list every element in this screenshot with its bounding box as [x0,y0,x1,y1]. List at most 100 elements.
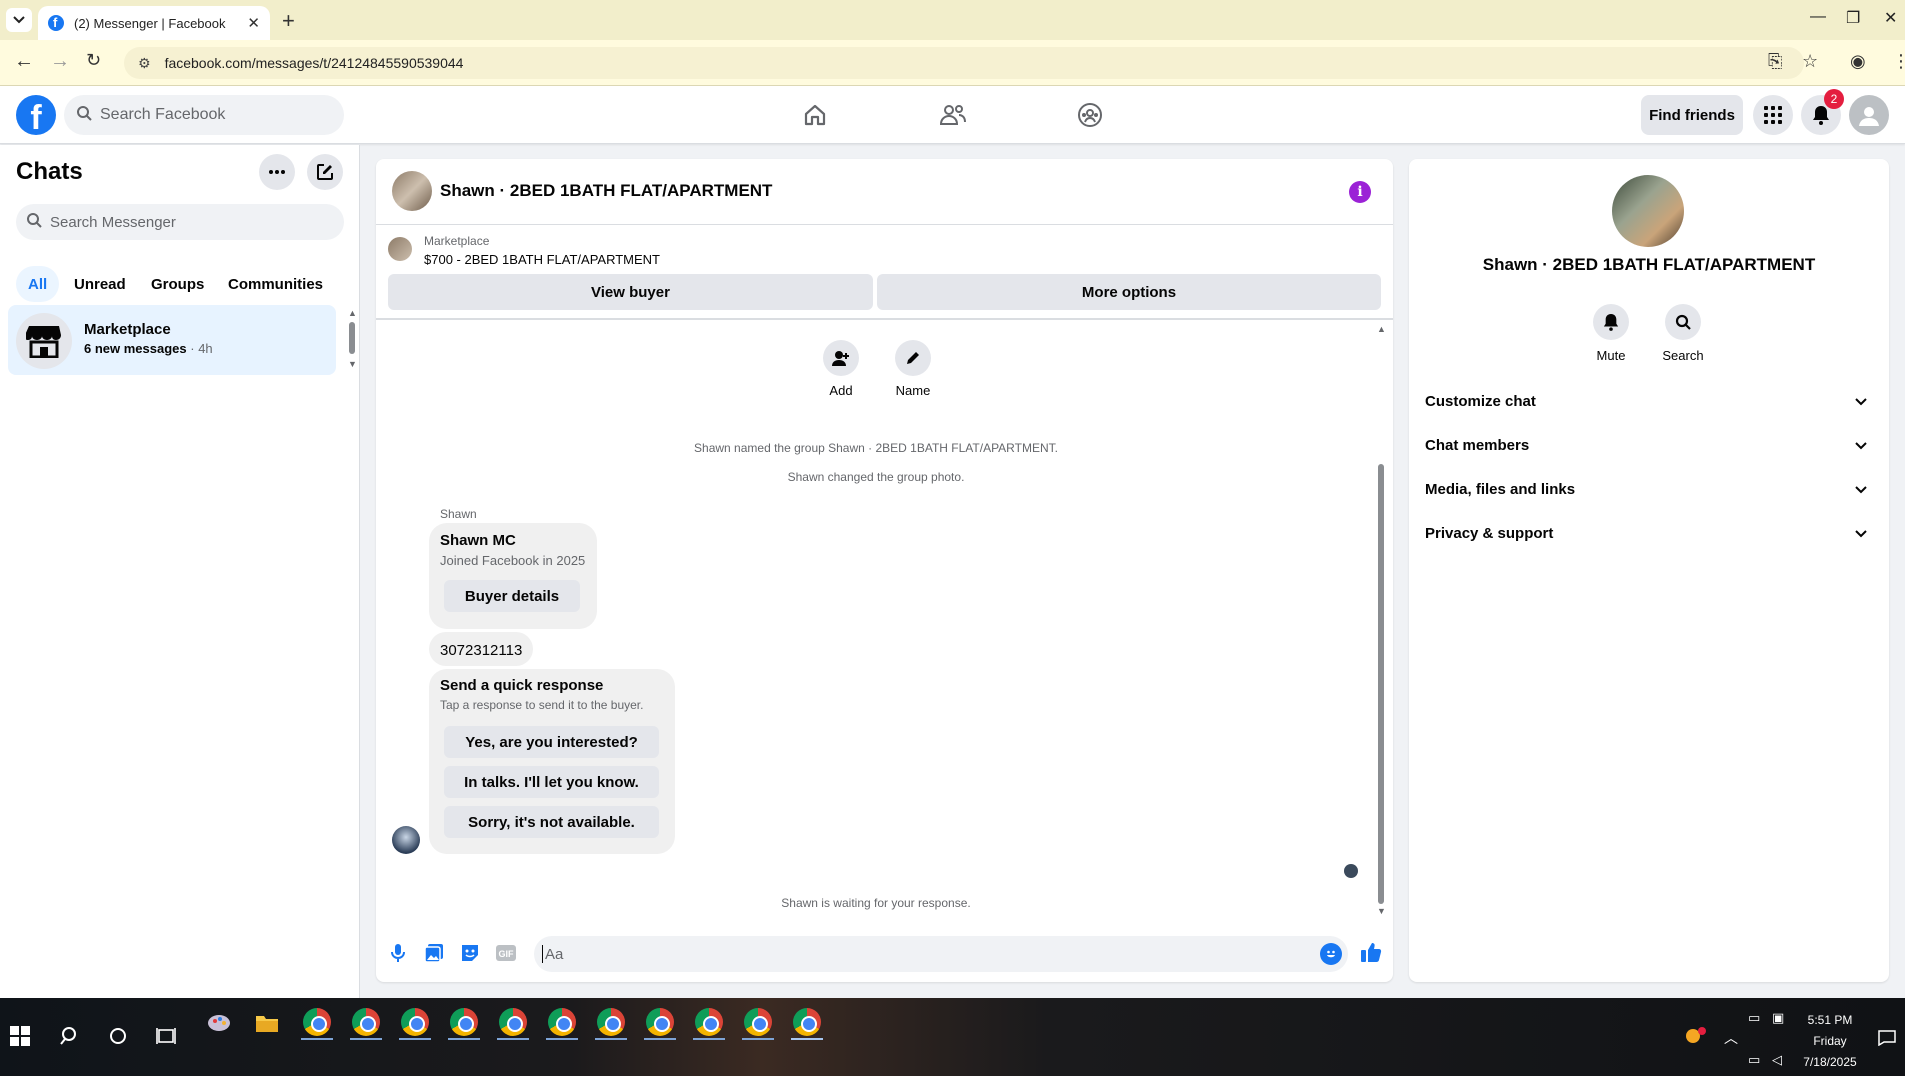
chrome-icon[interactable] [548,1008,576,1036]
messenger-search-placeholder: Search Messenger [50,213,176,231]
search-icon [76,105,92,126]
friends-icon[interactable] [937,100,969,130]
conversation-scrollbar[interactable]: ▲ ▼ [1376,324,1386,916]
cortana-icon[interactable] [108,1026,134,1052]
scroll-down-icon[interactable]: ▼ [1377,906,1386,916]
conversation-title[interactable]: Shawn · 2BED 1BATH FLAT/APARTMENT [440,181,772,201]
groups-icon[interactable] [1074,100,1106,130]
forward-icon[interactable]: → [50,50,70,73]
conversation-avatar[interactable] [392,171,432,211]
tab-search-button[interactable] [6,8,32,32]
photo-icon[interactable] [423,942,445,964]
menu-grid-icon[interactable] [1753,95,1793,135]
facebook-search-input[interactable]: Search Facebook [64,95,344,135]
sticker-icon[interactable] [459,942,481,964]
quick-response-option[interactable]: Sorry, it's not available. [444,806,659,838]
media-files-links-row[interactable]: Media, files and links [1425,471,1873,507]
site-info-icon[interactable]: ⚙ [138,55,151,72]
network-icon[interactable]: ▭ [1748,1052,1774,1076]
close-window-icon[interactable]: ✕ [1884,8,1897,28]
filter-communities[interactable]: Communities [216,266,335,302]
sidebar-scrollbar[interactable]: ▲ ▼ [348,308,357,369]
filter-all[interactable]: All [16,266,60,302]
name-group-action[interactable]: Name [883,340,943,398]
privacy-support-row[interactable]: Privacy & support [1425,515,1873,551]
chrome-icon[interactable] [303,1008,331,1036]
scroll-down-icon[interactable]: ▼ [348,359,357,369]
marketplace-label: Marketplace [424,234,490,248]
mute-action[interactable]: Mute [1576,304,1646,363]
quick-response-option[interactable]: Yes, are you interested? [444,726,659,758]
file-explorer-icon[interactable] [254,1010,280,1036]
more-options-button[interactable]: More options [877,274,1381,310]
message-input[interactable]: Aa [534,936,1348,972]
more-options-icon[interactable] [259,154,295,190]
filter-groups[interactable]: Groups [139,266,216,302]
taskbar-search-icon[interactable] [60,1026,86,1052]
url-field[interactable]: ⚙ facebook.com/messages/t/24124845590539… [124,47,1804,79]
restore-icon[interactable]: ❐ [1846,8,1860,28]
back-icon[interactable]: ← [14,50,34,73]
buyer-details-button[interactable]: Buyer details [444,580,580,612]
view-buyer-button[interactable]: View buyer [388,274,873,310]
chat-item-marketplace[interactable]: Marketplace 6 new messages · 4h [8,305,336,375]
customize-chat-row[interactable]: Customize chat [1425,383,1873,419]
gif-icon[interactable]: GIF [495,942,517,964]
chrome-icon[interactable] [597,1008,625,1036]
add-people-action[interactable]: Add [811,340,871,398]
minimize-icon[interactable]: — [1810,8,1826,26]
chrome-icon[interactable] [352,1008,380,1036]
bookmark-star-icon[interactable]: ☆ [1802,51,1818,72]
weather-icon[interactable] [1683,1026,1709,1052]
notification-center-icon[interactable] [1878,1030,1904,1056]
windows-start-icon[interactable] [10,1026,36,1052]
chrome-icon[interactable] [793,1008,821,1036]
listing-title[interactable]: $700 - 2BED 1BATH FLAT/APARTMENT [424,252,660,267]
chat-members-row[interactable]: Chat members [1425,427,1873,463]
chrome-icon[interactable] [646,1008,674,1036]
chrome-icon[interactable] [450,1008,478,1036]
like-thumb-icon[interactable] [1359,940,1383,964]
filter-unread[interactable]: Unread [62,266,138,302]
messenger-search-input[interactable]: Search Messenger [16,204,344,240]
search-icon [1665,304,1701,340]
tray-chevron-up-icon[interactable]: ︿ [1724,1028,1750,1054]
install-app-icon[interactable]: ⎘ [1768,51,1782,72]
chrome-icon[interactable] [695,1008,723,1036]
new-tab-button[interactable]: + [282,8,295,34]
sender-avatar[interactable] [392,826,420,854]
conversation-scroll-thumb[interactable] [1378,464,1384,904]
chrome-icon[interactable] [499,1008,527,1036]
account-avatar[interactable] [1849,95,1889,135]
facebook-logo-icon[interactable]: f [16,95,56,135]
scroll-up-icon[interactable]: ▲ [1377,324,1386,334]
paint-app-icon[interactable] [206,1010,232,1036]
quick-response-option[interactable]: In talks. I'll let you know. [444,766,659,798]
quick-response-title: Send a quick response [440,677,604,694]
listing-thumbnail[interactable] [388,237,412,261]
home-icon[interactable] [799,100,831,130]
mute-label: Mute [1596,348,1626,363]
find-friends-button[interactable]: Find friends [1641,95,1743,135]
task-view-icon[interactable] [156,1026,182,1052]
new-message-icon[interactable] [307,154,343,190]
sidebar-scroll-thumb[interactable] [349,322,355,354]
profile-icon[interactable]: ◉ [1850,51,1866,72]
reload-icon[interactable]: ↻ [86,50,101,71]
search-action[interactable]: Search [1648,304,1718,363]
info-icon[interactable]: i [1349,181,1371,203]
bell-icon [1593,304,1629,340]
emoji-icon[interactable] [1320,943,1342,965]
facebook-favicon-icon [48,15,64,31]
scroll-up-icon[interactable]: ▲ [348,308,357,318]
taskbar-clock[interactable]: 5:51 PM Friday 7/18/2025 [1790,1010,1870,1073]
microphone-icon[interactable] [387,942,409,964]
chrome-icon[interactable] [401,1008,429,1036]
close-tab-icon[interactable]: ✕ [247,14,260,32]
search-placeholder: Search Facebook [100,106,226,123]
group-photo[interactable] [1612,175,1684,247]
browser-menu-icon[interactable]: ⋮ [1892,51,1905,72]
meet-now-icon[interactable]: ▭ [1748,1010,1774,1036]
chrome-icon[interactable] [744,1008,772,1036]
browser-tab[interactable]: (2) Messenger | Facebook ✕ [38,6,270,40]
